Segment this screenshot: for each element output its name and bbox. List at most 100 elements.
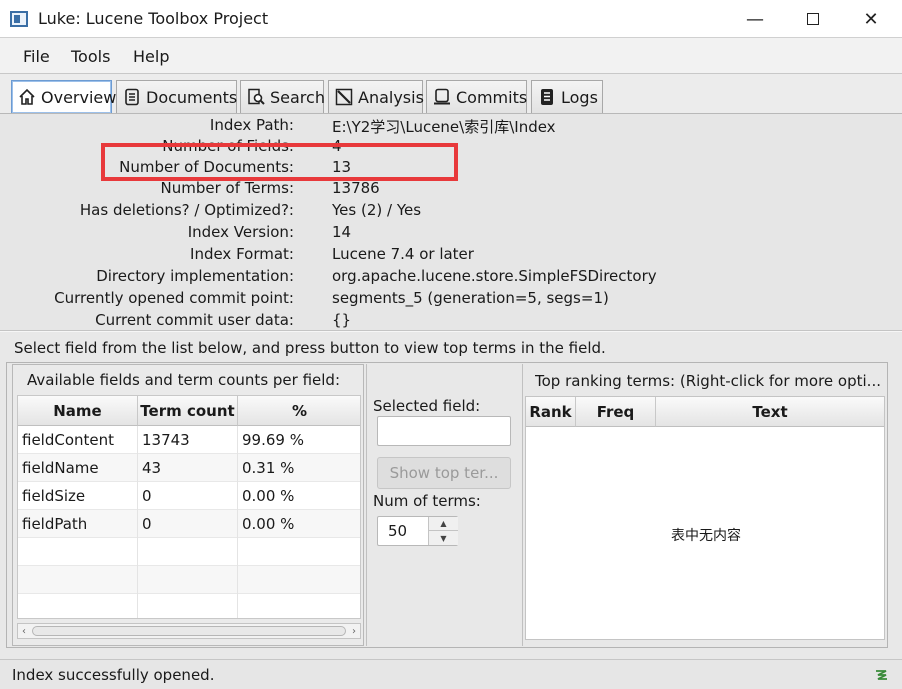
info-label: Number of Terms: xyxy=(160,179,294,197)
info-row-documents: Number of Documents: 13 xyxy=(0,158,902,180)
horizontal-scrollbar[interactable]: ‹ › xyxy=(17,623,361,639)
cell-term-count: 13743 xyxy=(138,426,238,454)
column-header-freq[interactable]: Freq xyxy=(576,397,656,427)
scroll-right-icon[interactable]: › xyxy=(348,624,360,638)
selected-field-input[interactable] xyxy=(377,416,511,446)
info-value: 4 xyxy=(332,137,342,155)
info-row-fields: Number of Fields: 4 xyxy=(0,137,902,159)
resize-grip-icon[interactable] xyxy=(872,666,890,684)
tab-label: Search xyxy=(270,87,325,107)
table-row[interactable]: fieldName 43 0.31 % xyxy=(18,454,360,482)
maximize-button[interactable] xyxy=(784,0,842,38)
info-row-version: Index Version: 14 xyxy=(0,223,902,245)
tab-label: Analysis xyxy=(358,87,424,107)
cell-name: fieldPath xyxy=(18,510,138,538)
cell-term-count: 0 xyxy=(138,510,238,538)
info-label: Currently opened commit point: xyxy=(54,289,294,307)
fields-table: Name Term count % fieldContent 13743 99.… xyxy=(17,395,361,619)
divider xyxy=(0,330,902,332)
empty-row xyxy=(18,566,360,594)
num-terms-spinner[interactable]: 50 ▲ ▼ xyxy=(377,516,458,546)
close-button[interactable]: ✕ xyxy=(842,0,900,38)
show-top-terms-button[interactable]: Show top ter... xyxy=(377,457,511,489)
increment-icon[interactable]: ▲ xyxy=(428,517,458,531)
info-row-deletions: Has deletions? / Optimized?: Yes (2) / Y… xyxy=(0,201,902,223)
info-value: {} xyxy=(332,311,352,329)
fields-panel: Available fields and term counts per fie… xyxy=(12,364,364,646)
table-row[interactable]: fieldSize 0 0.00 % xyxy=(18,482,360,510)
info-label: Has deletions? / Optimized?: xyxy=(79,201,294,219)
tab-logs[interactable]: Logs xyxy=(531,80,603,113)
top-terms-table: Rank Freq Text 表中无内容 xyxy=(525,396,885,640)
info-label: Index Version: xyxy=(187,223,294,241)
tab-analysis[interactable]: Analysis xyxy=(328,80,424,113)
scroll-left-icon[interactable]: ‹ xyxy=(18,624,30,638)
tab-search[interactable]: Search xyxy=(240,80,325,113)
tab-label: Documents xyxy=(146,87,238,107)
cell-name: fieldContent xyxy=(18,426,138,454)
tab-overview[interactable]: Overview xyxy=(11,80,116,113)
decrement-icon[interactable]: ▼ xyxy=(428,531,458,545)
cell-percent: 0.31 % xyxy=(238,454,360,482)
scrollbar-thumb[interactable] xyxy=(32,626,346,636)
column-header-text[interactable]: Text xyxy=(656,397,884,427)
title-bar: Luke: Lucene Toolbox Project — ✕ xyxy=(0,0,902,38)
table-row[interactable]: fieldContent 13743 99.69 % xyxy=(18,426,360,454)
cell-name: fieldSize xyxy=(18,482,138,510)
column-header-name[interactable]: Name xyxy=(18,396,138,426)
info-value: org.apache.lucene.store.SimpleFSDirector… xyxy=(332,267,657,285)
cell-term-count: 43 xyxy=(138,454,238,482)
cell-name: fieldName xyxy=(18,454,138,482)
tab-commits[interactable]: Commits xyxy=(426,80,527,113)
window-title: Luke: Lucene Toolbox Project xyxy=(38,9,269,28)
menu-file[interactable]: File xyxy=(23,47,50,66)
info-value: 14 xyxy=(332,223,352,241)
info-value: E:\Y2学习\Lucene\索引库\Index xyxy=(332,118,556,136)
commits-icon xyxy=(433,88,451,106)
tab-documents[interactable]: Documents xyxy=(116,80,237,113)
table-row[interactable]: fieldPath 0 0.00 % xyxy=(18,510,360,538)
logs-icon xyxy=(538,88,556,106)
cell-term-count: 0 xyxy=(138,482,238,510)
empty-table-message: 表中无内容 xyxy=(671,528,741,544)
search-icon xyxy=(247,88,265,106)
num-terms-label: Num of terms: xyxy=(373,492,481,510)
instruction-text: Select field from the list below, and pr… xyxy=(14,339,606,357)
num-terms-value: 50 xyxy=(388,522,408,540)
overview-info: Index Path: E:\Y2学习\Lucene\索引库\Index Num… xyxy=(0,114,902,330)
tab-label: Overview xyxy=(41,87,117,107)
info-label: Current commit user data: xyxy=(95,311,294,329)
info-label: Index Format: xyxy=(190,245,294,263)
cell-percent: 99.69 % xyxy=(238,426,360,454)
minimize-button[interactable]: — xyxy=(726,0,784,38)
info-row-terms: Number of Terms: 13786 xyxy=(0,179,902,201)
info-value: 13 xyxy=(332,158,352,176)
status-text: Index successfully opened. xyxy=(12,666,215,684)
column-header-term-count[interactable]: Term count xyxy=(138,396,238,426)
menu-help[interactable]: Help xyxy=(133,47,169,66)
info-value: Yes (2) / Yes xyxy=(332,201,422,219)
empty-row xyxy=(18,594,360,618)
term-controls-panel: Selected field: Show top ter... Num of t… xyxy=(366,364,522,646)
maximize-icon xyxy=(807,13,819,25)
column-header-percent[interactable]: % xyxy=(238,396,360,426)
menu-tools[interactable]: Tools xyxy=(71,47,110,66)
cell-percent: 0.00 % xyxy=(238,510,360,538)
app-icon xyxy=(10,11,28,27)
top-terms-panel: Top ranking terms: (Right-click for more… xyxy=(522,364,886,646)
home-icon xyxy=(18,88,36,106)
info-row-directory: Directory implementation: org.apache.luc… xyxy=(0,267,902,289)
info-value: 13786 xyxy=(332,179,380,197)
info-row-index-path: Index Path: E:\Y2学习\Lucene\索引库\Index xyxy=(0,116,902,138)
cell-percent: 0.00 % xyxy=(238,482,360,510)
info-value: segments_5 (generation=5, segs=1) xyxy=(332,289,609,307)
status-bar: Index successfully opened. xyxy=(0,659,902,689)
fields-panel-title: Available fields and term counts per fie… xyxy=(27,371,341,389)
info-label: Index Path: xyxy=(209,116,294,134)
column-header-rank[interactable]: Rank xyxy=(526,397,576,427)
menu-bar: File Tools Help xyxy=(0,38,902,74)
empty-row xyxy=(18,538,360,566)
analysis-icon xyxy=(335,88,353,106)
top-terms-title: Top ranking terms: (Right-click for more… xyxy=(535,372,881,390)
info-row-commit-point: Currently opened commit point: segments_… xyxy=(0,289,902,311)
